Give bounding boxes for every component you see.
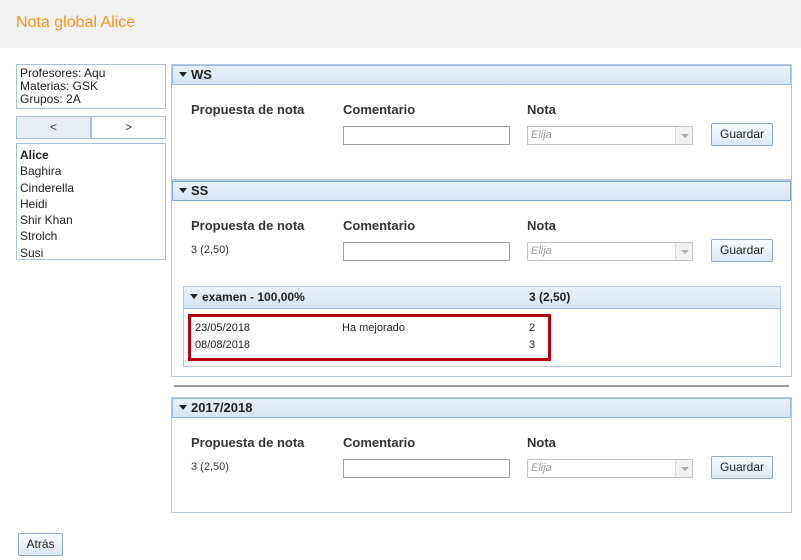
panel-2017-2018: 2017/2018 Propuesta de nota Comentario N… xyxy=(171,397,792,513)
save-button[interactable]: Guardar xyxy=(711,456,773,479)
comment-input[interactable] xyxy=(343,126,510,145)
dropdown-arrow-icon xyxy=(675,127,692,144)
col-comentario: Comentario xyxy=(343,102,416,117)
student-item[interactable]: Baghira xyxy=(20,163,162,179)
student-item[interactable]: Alice xyxy=(20,147,162,163)
collapse-triangle-icon xyxy=(179,72,187,78)
col-comentario: Comentario xyxy=(343,435,416,450)
collapse-triangle-icon xyxy=(179,405,187,411)
subpanel-title: examen - 100,00% xyxy=(202,290,305,304)
panel-header-ss[interactable]: SS xyxy=(172,181,791,201)
panel-title: 2017/2018 xyxy=(191,400,253,415)
prev-button[interactable]: < xyxy=(16,116,91,139)
header-bar: Nota global Alice xyxy=(0,0,801,48)
student-item[interactable]: Strolch xyxy=(20,228,162,244)
student-item[interactable]: Susi xyxy=(20,245,162,261)
save-button[interactable]: Guardar xyxy=(711,239,773,262)
back-button[interactable]: Atrás xyxy=(18,533,63,556)
proposal-value: 3 (2,50) xyxy=(191,461,229,473)
page-title: Nota global Alice xyxy=(16,14,136,31)
subpanel-examen: examen - 100,00% 3 (2,50) 23/05/2018 Ha … xyxy=(183,286,781,367)
panel-header-ws[interactable]: WS xyxy=(172,65,791,85)
student-item[interactable]: Shir Khan xyxy=(20,212,162,228)
save-button[interactable]: Guardar xyxy=(711,123,773,146)
col-nota: Nota xyxy=(527,218,556,233)
student-item[interactable]: Heidi xyxy=(20,196,162,212)
collapse-triangle-icon xyxy=(179,188,187,194)
dropdown-arrow-icon xyxy=(675,243,692,260)
student-pager: < > xyxy=(16,116,166,139)
panel-header-2017-2018[interactable]: 2017/2018 xyxy=(172,398,791,418)
panel-title: SS xyxy=(191,183,209,198)
collapse-triangle-icon xyxy=(190,294,198,300)
dropdown-arrow-icon xyxy=(675,460,692,477)
grade-select[interactable]: Elija xyxy=(527,242,693,261)
select-placeholder: Elija xyxy=(531,245,552,257)
select-placeholder: Elija xyxy=(531,129,552,141)
highlight-box xyxy=(188,314,551,361)
proposal-value: 3 (2,50) xyxy=(191,244,229,256)
info-grupos: Grupos: 2A xyxy=(20,92,81,106)
info-box: Profesores: Aqu Materias: GSK Grupos: 2A xyxy=(16,64,166,109)
subpanel-score: 3 (2,50) xyxy=(529,290,571,304)
grade-select[interactable]: Elija xyxy=(527,459,693,478)
student-list: Alice Baghira Cinderella Heidi Shir Khan… xyxy=(16,143,166,260)
col-nota: Nota xyxy=(527,102,556,117)
panel-title: WS xyxy=(191,67,212,82)
divider xyxy=(174,385,789,387)
panel-ws: WS Propuesta de nota Comentario Nota Eli… xyxy=(171,64,792,180)
select-placeholder: Elija xyxy=(531,462,552,474)
student-item[interactable]: Cinderella xyxy=(20,180,162,196)
grade-select[interactable]: Elija xyxy=(527,126,693,145)
col-comentario: Comentario xyxy=(343,218,416,233)
next-button[interactable]: > xyxy=(91,116,166,139)
col-propuesta: Propuesta de nota xyxy=(191,218,305,233)
col-nota: Nota xyxy=(527,435,556,450)
col-propuesta: Propuesta de nota xyxy=(191,102,305,117)
comment-input[interactable] xyxy=(343,242,510,261)
col-propuesta: Propuesta de nota xyxy=(191,435,305,450)
panel-ss: SS Propuesta de nota Comentario Nota 3 (… xyxy=(171,180,792,377)
comment-input[interactable] xyxy=(343,459,510,478)
subpanel-header[interactable]: examen - 100,00% 3 (2,50) xyxy=(184,287,780,309)
